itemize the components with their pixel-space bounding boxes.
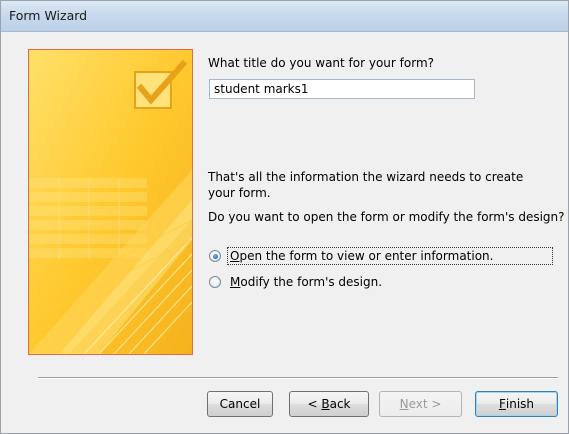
form-title-input[interactable] bbox=[209, 79, 475, 99]
modify-design-option[interactable]: Modify the form's design. bbox=[209, 273, 384, 291]
cancel-button[interactable]: Cancel bbox=[207, 391, 273, 417]
modify-design-label[interactable]: Modify the form's design. bbox=[228, 274, 384, 290]
open-form-label[interactable]: Open the form to view or enter informati… bbox=[227, 247, 553, 265]
next-button[interactable]: Next > bbox=[379, 391, 462, 417]
question-text: Do you want to open the form or modify t… bbox=[208, 210, 565, 224]
form-wizard-dialog: Form Wizard What title do you want for y… bbox=[0, 0, 569, 434]
open-form-option[interactable]: Open the form to view or enter informati… bbox=[209, 247, 553, 265]
modify-design-radio[interactable] bbox=[209, 276, 221, 288]
info-text: That's all the information the wizard ne… bbox=[208, 170, 524, 200]
open-form-radio[interactable] bbox=[209, 250, 221, 262]
title-bar[interactable]: Form Wizard bbox=[1, 1, 568, 32]
window-title: Form Wizard bbox=[9, 8, 88, 23]
wizard-artwork bbox=[28, 49, 193, 355]
prompt-title-label: What title do you want for your form? bbox=[208, 56, 435, 70]
finish-button[interactable]: Finish bbox=[475, 391, 558, 417]
back-button[interactable]: < Back bbox=[289, 391, 369, 417]
separator bbox=[38, 377, 558, 379]
